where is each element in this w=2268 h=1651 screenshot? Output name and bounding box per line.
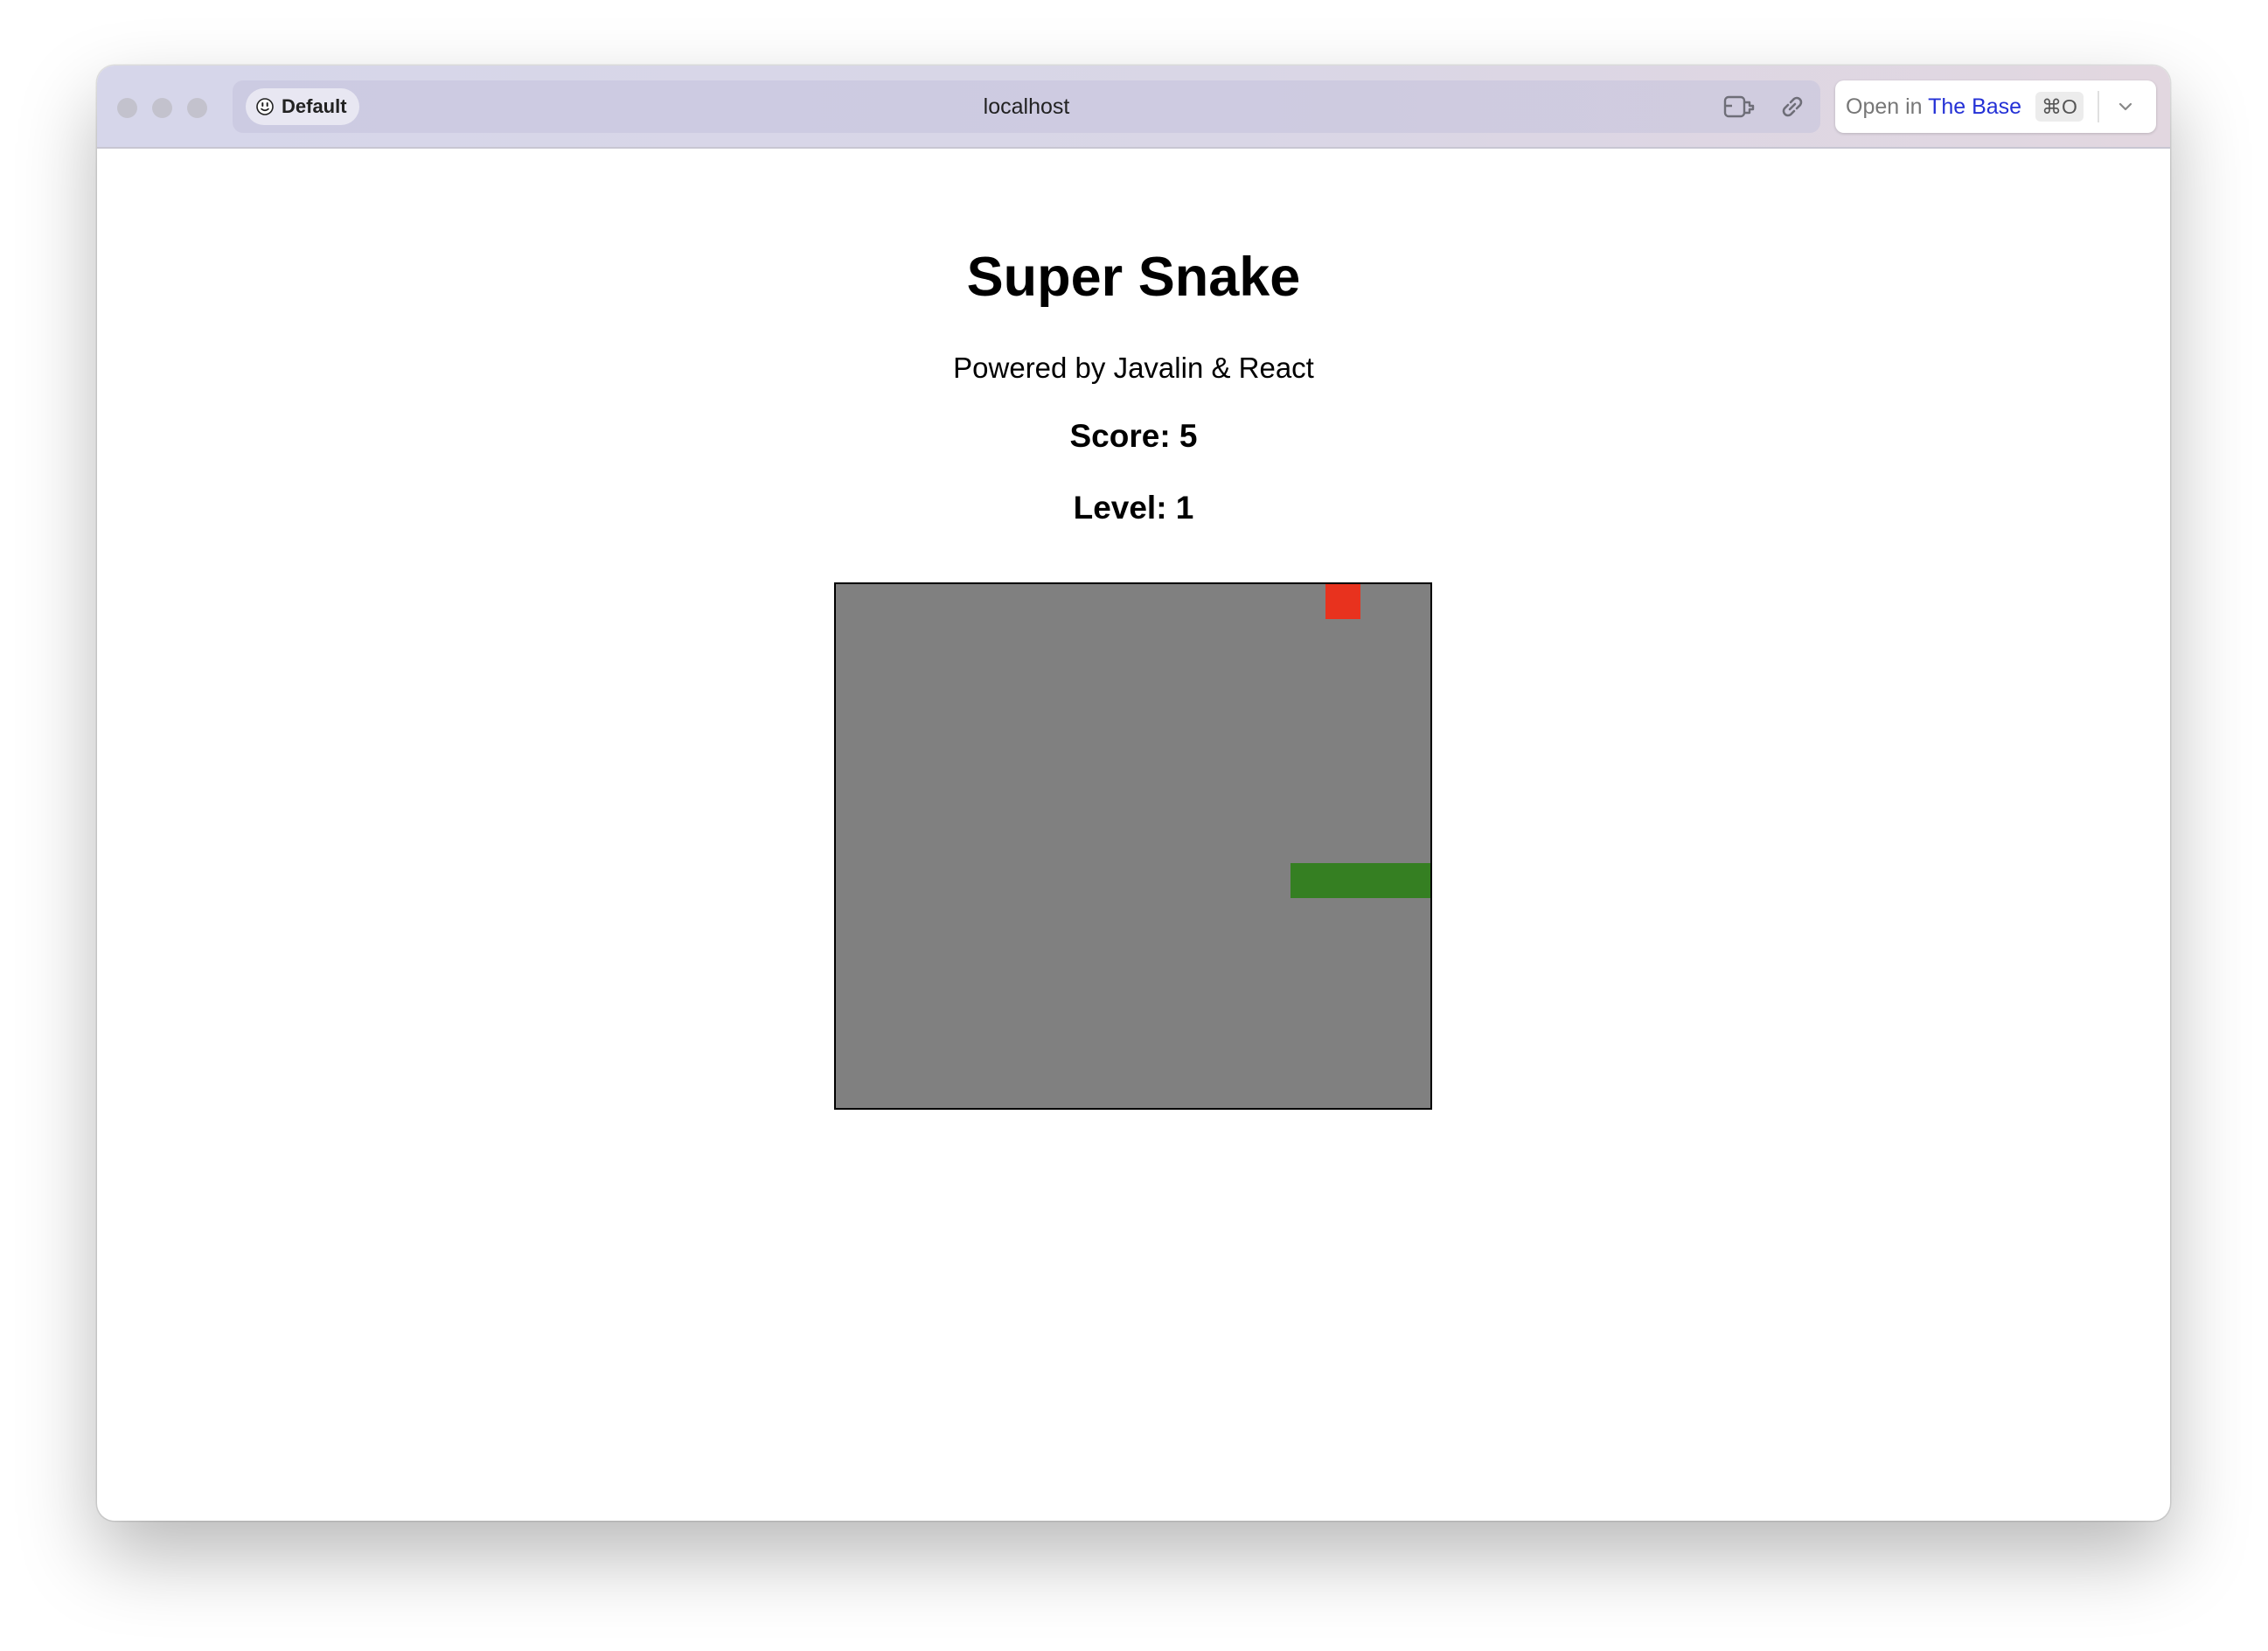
open-in-prefix: Open in <box>1846 94 1923 119</box>
snake-segment <box>1291 863 1325 899</box>
browser-window: localhost Default Open in The Base ⌘O Su… <box>97 66 2170 1521</box>
profile-button[interactable]: Default <box>246 88 359 125</box>
open-in-label: Open in The Base <box>1846 80 2021 133</box>
game-board[interactable] <box>834 582 1432 1110</box>
chevron-down-icon[interactable] <box>2113 94 2138 119</box>
open-in-app-name: The Base <box>1928 94 2022 119</box>
snake-segment <box>1360 863 1395 899</box>
food-cell <box>1325 584 1360 619</box>
page-title: Super Snake <box>966 247 1301 308</box>
snake-segment <box>1325 863 1360 899</box>
profile-label: Default <box>282 95 347 117</box>
minimize-window-button[interactable] <box>152 98 172 118</box>
url-text: localhost <box>983 94 1070 119</box>
score-display: Score: 5 <box>1069 418 1198 454</box>
smiley-icon <box>256 98 274 115</box>
link-icon[interactable] <box>1777 92 1808 122</box>
snake-head <box>1395 863 1430 899</box>
page-content: Super Snake Powered by Javalin & React S… <box>97 149 2170 1521</box>
button-divider <box>2098 91 2099 122</box>
reader-icon[interactable] <box>1723 92 1755 122</box>
zoom-window-button[interactable] <box>187 98 207 118</box>
address-bar[interactable]: localhost Default <box>233 80 1820 133</box>
open-in-app-button[interactable]: Open in The Base ⌘O <box>1835 80 2156 133</box>
page-subtitle: Powered by Javalin & React <box>953 352 1314 384</box>
level-display: Level: 1 <box>1073 490 1194 526</box>
title-bar: localhost Default Open in The Base ⌘O <box>97 66 2170 149</box>
close-window-button[interactable] <box>117 98 137 118</box>
shortcut-badge: ⌘O <box>2035 92 2084 122</box>
